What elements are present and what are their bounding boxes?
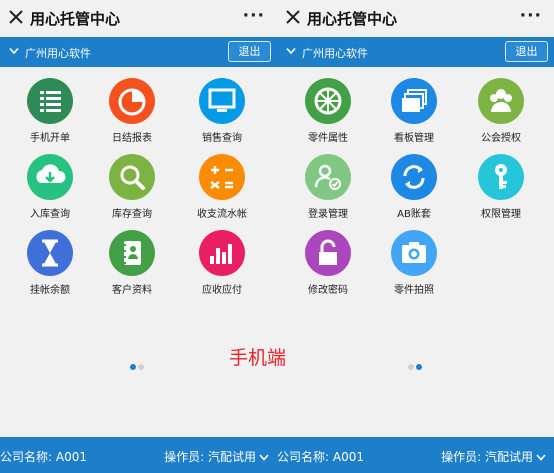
menu-item-daily-report[interactable]: 日结报表 <box>92 78 172 144</box>
hourglass-icon <box>27 230 73 276</box>
menu-item-label: 登录管理 <box>308 209 348 220</box>
watermark-label: 手机端 <box>229 347 287 369</box>
checklist-icon <box>27 78 73 124</box>
user-check-icon <box>305 154 351 200</box>
key-icon <box>478 154 524 200</box>
company-selector[interactable]: 广州用心软件 <box>25 45 91 61</box>
operator-name: 操作员: 汽配试用 <box>441 450 533 464</box>
menu-item-label: 看板管理 <box>394 133 434 144</box>
menu-item-label: 修改密码 <box>308 285 348 296</box>
exit-button[interactable]: 退出 <box>505 41 548 62</box>
menu-item-label: 日结报表 <box>112 133 152 144</box>
menu-item-inbound-query[interactable]: 入库查询 <box>10 154 90 220</box>
chevron-down-icon <box>259 454 269 461</box>
menu-item-permission-management[interactable]: 权限管理 <box>461 154 541 220</box>
close-icon[interactable] <box>7 8 25 26</box>
company-name: 公司名称: A001 <box>0 450 87 464</box>
menu-item-label: 零件属性 <box>308 133 348 144</box>
status-footer: 公司名称: A001 操作员: 汽配试用 <box>0 437 277 473</box>
page-indicator <box>407 364 423 370</box>
monitor-icon <box>199 78 245 124</box>
close-icon[interactable] <box>284 8 302 26</box>
menu-item-mobile-order[interactable]: 手机开单 <box>10 78 90 144</box>
menu-item-label: 应收应付 <box>202 285 242 296</box>
menu-item-cashflow[interactable]: 收支流水帐 <box>182 154 262 220</box>
home-screen-page-2: 用心托管中心 ··· 广州用心软件 退出 零件属性 看板管理 公会授权 登录管理… <box>277 0 554 473</box>
chevron-down-icon[interactable] <box>286 47 296 55</box>
company-bar: 广州用心软件 退出 <box>277 37 554 67</box>
menu-item-customer-info[interactable]: 客户资料 <box>92 230 172 296</box>
sync-icon <box>391 154 437 200</box>
lock-icon <box>305 230 351 276</box>
more-menu-icon[interactable]: ··· <box>520 6 542 26</box>
menu-item-label: AB账套 <box>397 209 431 220</box>
calculator-icon <box>199 154 245 200</box>
page-dot-active <box>130 364 136 370</box>
menu-item-part-photo[interactable]: 零件拍照 <box>374 230 454 296</box>
page-indicator <box>129 364 145 370</box>
menu-item-ab-account-set[interactable]: AB账套 <box>374 154 454 220</box>
menu-item-label: 销售查询 <box>202 133 242 144</box>
menu-item-label: 权限管理 <box>481 209 521 220</box>
menu-item-account-balance[interactable]: 挂帐余额 <box>10 230 90 296</box>
operator-selector[interactable]: 操作员: 汽配试用 <box>164 448 269 465</box>
page-dot[interactable] <box>138 364 144 370</box>
menu-item-part-attributes[interactable]: 零件属性 <box>288 78 368 144</box>
chevron-down-icon[interactable] <box>9 47 19 55</box>
pie-chart-icon <box>109 78 155 124</box>
menu-item-stock-query[interactable]: 库存查询 <box>92 154 172 220</box>
top-bar: 用心托管中心 ··· <box>277 0 554 37</box>
menu-item-label: 客户资料 <box>112 285 152 296</box>
wheel-icon <box>305 78 351 124</box>
users-icon <box>478 78 524 124</box>
camera-icon <box>391 230 437 276</box>
page-dot[interactable] <box>408 364 414 370</box>
menu-item-label: 收支流水帐 <box>197 209 247 220</box>
operator-name: 操作员: 汽配试用 <box>164 450 256 464</box>
menu-item-label: 公会授权 <box>481 133 521 144</box>
menu-item-label: 库存查询 <box>112 209 152 220</box>
exit-button[interactable]: 退出 <box>228 41 271 62</box>
more-menu-icon[interactable]: ··· <box>243 6 265 26</box>
menu-item-receivable-payable[interactable]: 应收应付 <box>182 230 262 296</box>
menu-item-kanban[interactable]: 看板管理 <box>374 78 454 144</box>
company-selector[interactable]: 广州用心软件 <box>302 45 368 61</box>
menu-item-guild-authorization[interactable]: 公会授权 <box>461 78 541 144</box>
home-screen-page-1: 用心托管中心 ··· 广州用心软件 退出 手机开单 日结报表 销售查询 入库查询… <box>0 0 277 473</box>
menu-item-change-password[interactable]: 修改密码 <box>288 230 368 296</box>
page-dot-active <box>416 364 422 370</box>
status-footer: 公司名称: A001 操作员: 汽配试用 <box>277 437 554 473</box>
layers-icon <box>391 78 437 124</box>
page-title: 用心托管中心 <box>30 10 121 28</box>
company-name: 公司名称: A001 <box>277 450 364 464</box>
menu-item-login-management[interactable]: 登录管理 <box>288 154 368 220</box>
operator-selector[interactable]: 操作员: 汽配试用 <box>441 448 546 465</box>
menu-item-label: 挂帐余额 <box>30 285 70 296</box>
page-title: 用心托管中心 <box>307 10 398 28</box>
menu-item-sales-query[interactable]: 销售查询 <box>182 78 262 144</box>
top-bar: 用心托管中心 ··· <box>0 0 277 37</box>
bar-chart-icon <box>199 230 245 276</box>
address-book-icon <box>109 230 155 276</box>
chevron-down-icon <box>536 454 546 461</box>
menu-item-label: 入库查询 <box>30 209 70 220</box>
magnifier-icon <box>109 154 155 200</box>
menu-item-label: 零件拍照 <box>394 285 434 296</box>
cloud-download-icon <box>27 154 73 200</box>
company-bar: 广州用心软件 退出 <box>0 37 277 67</box>
menu-item-label: 手机开单 <box>30 133 70 144</box>
